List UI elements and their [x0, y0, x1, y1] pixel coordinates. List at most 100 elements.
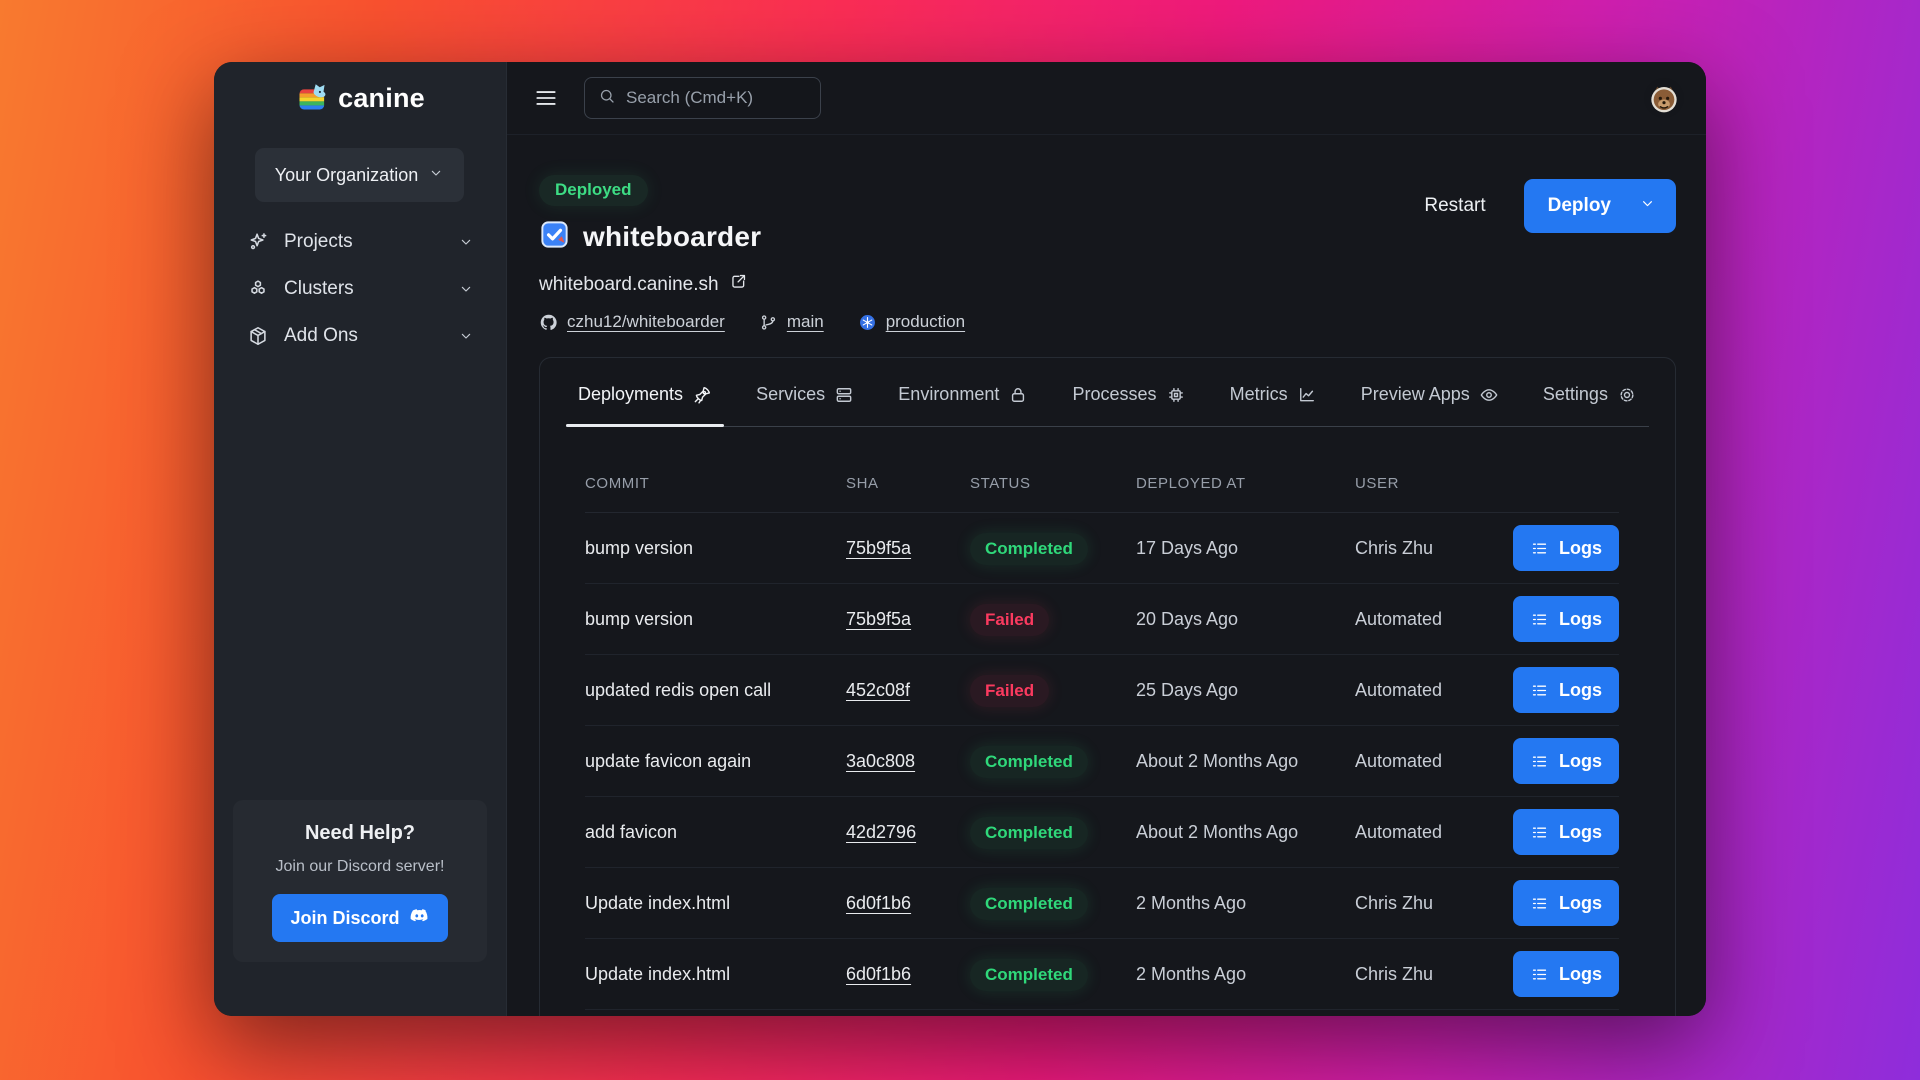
commit-message: updated redis open call [585, 680, 846, 701]
stack-icon [834, 385, 854, 405]
actions-cell: Logs [1513, 667, 1619, 713]
sha-link[interactable]: 452c08f [846, 680, 910, 700]
tab-preview-apps[interactable]: Preview Apps [1349, 364, 1511, 426]
logs-button-label: Logs [1559, 609, 1602, 630]
sidebar-item-add-ons[interactable]: Add Ons [247, 314, 474, 358]
tab-settings[interactable]: Settings [1531, 364, 1649, 426]
status-cell: Failed [970, 609, 1136, 630]
actions-cell: Logs [1513, 525, 1619, 571]
canine-dog-icon [295, 78, 331, 119]
status-cell: Completed [970, 538, 1136, 559]
dog-astronaut-avatar [1644, 78, 1684, 118]
git-row: czhu12/whiteboarder main production [539, 312, 1676, 332]
chevron-down-icon [1639, 195, 1656, 218]
sidebar-nav: Projects Clusters Add Ons [214, 220, 506, 358]
deploy-button[interactable]: Deploy [1524, 179, 1676, 233]
sidebar-item-label: Add Ons [284, 325, 358, 347]
search-input[interactable] [626, 88, 807, 108]
logs-button[interactable]: Logs [1513, 809, 1619, 855]
sidebar-item-label: Projects [284, 231, 353, 253]
logs-button[interactable]: Logs [1513, 596, 1619, 642]
table-body: bump version75b9f5aCompleted17 Days AgoC… [585, 513, 1619, 1010]
tab-processes[interactable]: Processes [1060, 364, 1197, 426]
tab-environment[interactable]: Environment [886, 364, 1040, 426]
deployed-at: 17 Days Ago [1136, 538, 1355, 559]
git-branch-icon [759, 313, 778, 332]
user-cell: Automated [1355, 609, 1509, 630]
status-badge: Completed [970, 533, 1088, 565]
sha-cell: 3a0c808 [846, 751, 970, 772]
search-box[interactable] [584, 77, 821, 119]
cpu-icon [1166, 385, 1186, 405]
sha-link[interactable]: 6d0f1b6 [846, 893, 911, 913]
sha-link[interactable]: 42d2796 [846, 822, 916, 842]
tab-label: Deployments [578, 384, 683, 405]
table-row: bump version75b9f5aFailed20 Days AgoAuto… [585, 584, 1619, 655]
cluster-link[interactable]: production [886, 312, 965, 332]
sha-link[interactable]: 6d0f1b6 [846, 964, 911, 984]
kubernetes-icon [858, 313, 877, 332]
rocket-icon [692, 385, 712, 405]
deployments-panel: Deployments Services Environment Processes M… [539, 357, 1676, 1016]
status-cell: Failed [970, 680, 1136, 701]
sidebar-item-clusters[interactable]: Clusters [247, 267, 474, 311]
package-icon [247, 325, 269, 347]
sha-link[interactable]: 75b9f5a [846, 609, 911, 629]
logs-button[interactable]: Logs [1513, 738, 1619, 784]
app-url-link[interactable]: whiteboard.canine.sh [539, 272, 1676, 297]
app-logo-text: canine [338, 83, 425, 114]
sha-link[interactable]: 75b9f5a [846, 538, 911, 558]
user-cell: Chris Zhu [1355, 964, 1509, 985]
tab-metrics[interactable]: Metrics [1218, 364, 1329, 426]
lock-icon [1008, 385, 1028, 405]
search-icon [598, 87, 616, 110]
app-logo[interactable]: canine [214, 62, 506, 134]
user-cell: Automated [1355, 680, 1509, 701]
sha-cell: 452c08f [846, 680, 970, 701]
status-badge: Failed [970, 675, 1049, 707]
logs-button[interactable]: Logs [1513, 951, 1619, 997]
app-url-text: whiteboard.canine.sh [539, 274, 719, 296]
join-discord-button[interactable]: Join Discord [272, 894, 447, 942]
eye-icon [1479, 385, 1499, 405]
logs-button[interactable]: Logs [1513, 667, 1619, 713]
sidebar: canine Your Organization Projects Cluster… [214, 62, 507, 1016]
github-icon [539, 313, 558, 332]
discord-icon [409, 905, 430, 931]
logs-icon [1530, 894, 1549, 913]
repo-link[interactable]: czhu12/whiteboarder [567, 312, 725, 332]
organization-selector[interactable]: Your Organization [255, 148, 464, 202]
logs-icon [1530, 539, 1549, 558]
logs-icon [1530, 681, 1549, 700]
table-row: add favicon42d2796CompletedAbout 2 Month… [585, 797, 1619, 868]
status-badge: Failed [970, 604, 1049, 636]
table-row: bump version75b9f5aCompleted17 Days AgoC… [585, 513, 1619, 584]
user-avatar[interactable] [1644, 78, 1684, 118]
tab-label: Preview Apps [1361, 384, 1470, 405]
restart-button[interactable]: Restart [1424, 195, 1485, 217]
table-row: updated redis open call452c08fFailed25 D… [585, 655, 1619, 726]
sha-cell: 42d2796 [846, 822, 970, 843]
check-box-icon [539, 219, 570, 255]
branch-link[interactable]: main [787, 312, 824, 332]
logs-button[interactable]: Logs [1513, 880, 1619, 926]
tab-deployments[interactable]: Deployments [566, 364, 724, 426]
column-header-commit: COMMIT [585, 475, 846, 492]
column-header-status: STATUS [970, 475, 1136, 492]
sha-link[interactable]: 3a0c808 [846, 751, 915, 771]
status-cell: Completed [970, 822, 1136, 843]
deployed-at: 2 Months Ago [1136, 893, 1355, 914]
status-cell: Completed [970, 964, 1136, 985]
tab-label: Environment [898, 384, 999, 405]
logs-button[interactable]: Logs [1513, 525, 1619, 571]
tab-label: Metrics [1230, 384, 1288, 405]
tab-services[interactable]: Services [744, 364, 866, 426]
page-title: whiteboarder [583, 221, 761, 253]
sidebar-item-projects[interactable]: Projects [247, 220, 474, 264]
hamburger-menu-icon[interactable] [533, 85, 559, 111]
actions-cell: Logs [1513, 951, 1619, 997]
content: Deployed whiteboarder whiteboard.canine.… [507, 135, 1706, 1016]
deploy-button-label: Deploy [1548, 195, 1611, 217]
chevron-down-icon [428, 165, 444, 186]
table-header-row: COMMITSHASTATUSDEPLOYED ATUSER [585, 427, 1619, 513]
